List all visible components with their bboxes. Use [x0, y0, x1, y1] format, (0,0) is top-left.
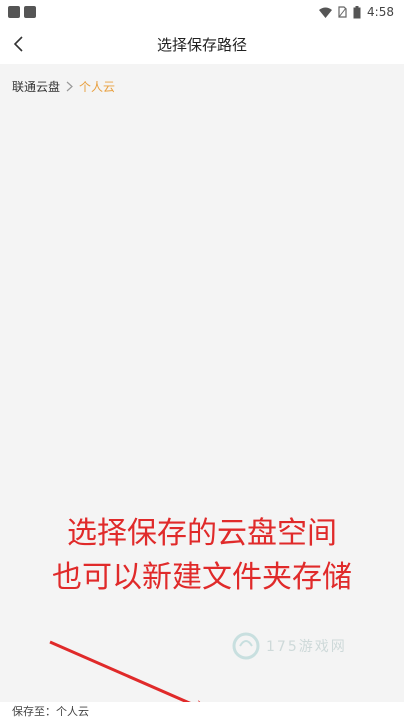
system-status: 4:58 — [319, 5, 394, 19]
status-time: 4:58 — [367, 5, 394, 19]
status-bar: 4:58 — [0, 0, 404, 24]
battery-icon — [353, 5, 361, 19]
watermark-text: 175游戏网 — [266, 639, 347, 655]
save-location-label: 保存至： — [12, 705, 56, 718]
breadcrumb: 联通云盘 个人云 — [0, 64, 404, 108]
app-notification-icon — [8, 6, 20, 18]
chevron-right-icon — [66, 81, 73, 92]
annotation-arrow — [49, 640, 357, 720]
wifi-icon — [319, 7, 333, 18]
breadcrumb-item-root[interactable]: 联通云盘 — [12, 78, 60, 95]
tutorial-annotation: 选择保存的云盘空间 也可以新建文件夹存储 — [0, 512, 404, 600]
back-button[interactable] — [6, 30, 32, 58]
save-location-bar: 保存至： 个人云 — [0, 702, 404, 720]
notification-icons — [8, 6, 36, 18]
page-title: 选择保存路径 — [156, 35, 247, 54]
app-notification-icon — [24, 6, 36, 18]
no-sim-icon — [338, 6, 347, 18]
chevron-left-icon — [13, 36, 23, 52]
annotation-line-2: 也可以新建文件夹存储 — [52, 560, 352, 595]
watermark-logo-icon — [232, 632, 260, 660]
watermark: 175游戏网 — [232, 628, 362, 664]
title-bar: 选择保存路径 — [0, 24, 404, 64]
annotation-line-1: 选择保存的云盘空间 — [67, 516, 337, 551]
breadcrumb-item-current: 个人云 — [79, 79, 116, 94]
save-location-value: 个人云 — [56, 705, 89, 718]
